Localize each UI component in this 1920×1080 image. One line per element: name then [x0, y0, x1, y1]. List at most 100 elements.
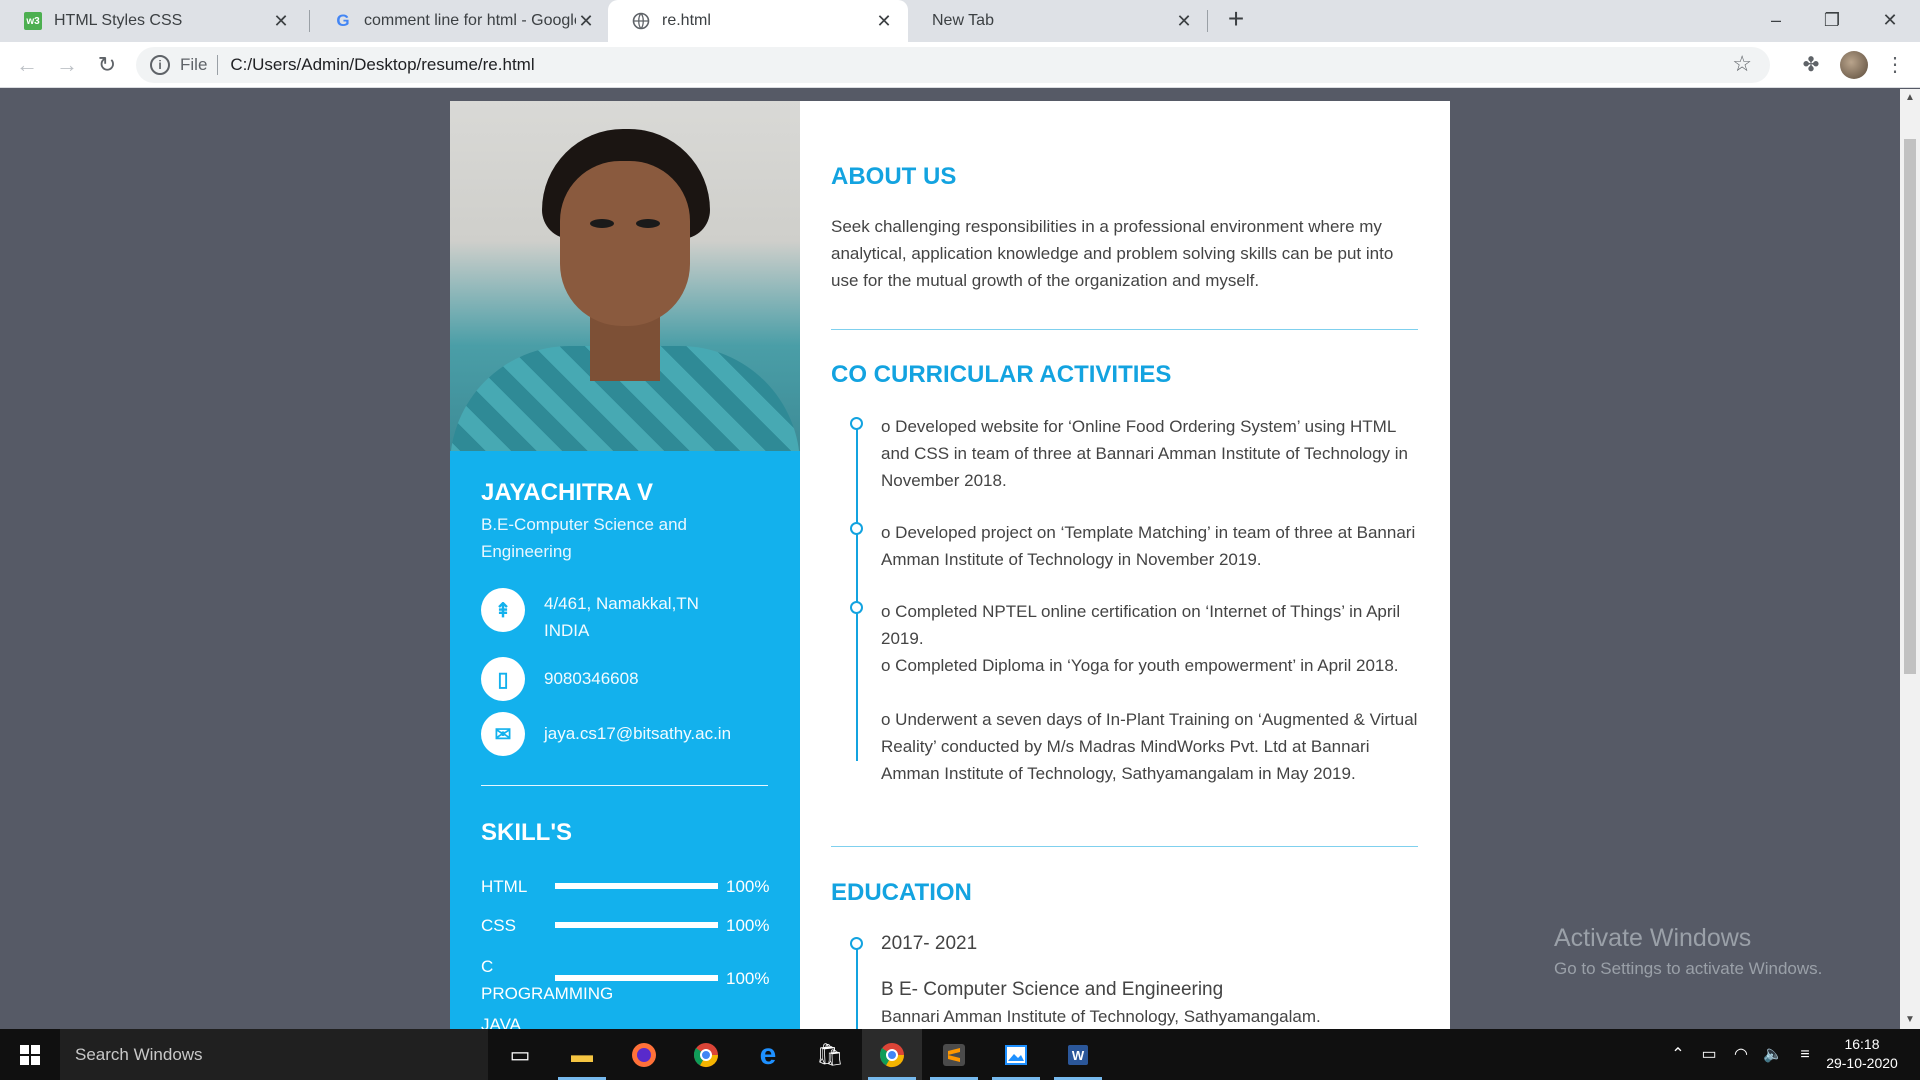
address-scheme: File: [180, 55, 208, 74]
contact-address-text: 4/461, Namakkal,TN INDIA: [544, 594, 699, 640]
tab-new-tab[interactable]: New Tab ✕: [908, 0, 1208, 42]
close-icon[interactable]: ✕: [576, 11, 596, 32]
photos-icon[interactable]: [986, 1029, 1046, 1080]
chrome-icon[interactable]: [676, 1029, 736, 1080]
timeline-dot: [850, 522, 863, 535]
section-divider: [831, 329, 1418, 330]
contact-email-text[interactable]: jaya.cs17@bitsathy.ac.in: [544, 712, 731, 747]
sublime-text-icon[interactable]: [924, 1029, 984, 1080]
restore-button[interactable]: ❐: [1804, 0, 1860, 42]
file-explorer-icon[interactable]: ▬: [552, 1029, 612, 1080]
skill-bar-fill: [555, 975, 718, 981]
battery-icon[interactable]: ▭: [1694, 1029, 1724, 1080]
extensions-puzzle-icon[interactable]: ✤: [1796, 50, 1826, 80]
photo-eye: [590, 219, 614, 228]
globe-icon: [632, 12, 650, 30]
tab-title: comment line for html - Google S: [364, 12, 576, 29]
skill-percent: 100%: [726, 916, 770, 935]
skill-bar: [555, 922, 718, 928]
tab-title: re.html: [662, 12, 711, 29]
contact-email: ✉ jaya.cs17@bitsathy.ac.in: [481, 712, 731, 756]
education-timeline: [856, 943, 858, 1029]
tab-re-html[interactable]: re.html ✕: [608, 0, 908, 42]
skill-row: HTML 100%: [481, 873, 771, 900]
clock-time: 16:18: [1844, 1036, 1880, 1052]
contact-phone: ▯ 9080346608: [481, 657, 639, 701]
menu-dots-icon[interactable]: ⋮: [1880, 50, 1910, 80]
skill-bar: [555, 975, 718, 981]
scroll-down-arrow-icon[interactable]: ▼: [1900, 1011, 1920, 1029]
back-arrow-icon[interactable]: ←: [12, 50, 42, 80]
page-scrollbar[interactable]: ▲ ▼: [1900, 89, 1920, 1029]
tab-html-styles[interactable]: w3 HTML Styles CSS ✕: [0, 0, 305, 42]
skill-percent: 100%: [726, 877, 770, 896]
resume-sidebar: JAYACHITRA V B.E-Computer Science and En…: [450, 101, 800, 1029]
skill-row: CSS 100%: [481, 912, 771, 939]
activity-item: o Completed Diploma in ‘Yoga for youth e…: [881, 656, 1399, 675]
timeline-dot: [850, 937, 863, 950]
skill-bar-fill: [555, 922, 718, 928]
activities-timeline: [856, 423, 858, 761]
edge-icon[interactable]: e: [738, 1029, 798, 1080]
section-divider: [831, 846, 1418, 847]
bookmark-star-icon[interactable]: ☆: [1732, 51, 1752, 77]
scrollbar-thumb[interactable]: [1904, 139, 1916, 674]
clock-date: 29-10-2020: [1826, 1055, 1898, 1071]
about-heading: ABOUT US: [831, 163, 957, 190]
envelope-icon: ✉: [481, 712, 525, 756]
address-bar[interactable]: i File C:/Users/Admin/Desktop/resume/re.…: [136, 47, 1770, 83]
close-icon[interactable]: ✕: [874, 11, 894, 32]
contact-address: ⇞ 4/461, Namakkal,TN INDIA: [481, 588, 734, 644]
skill-label: HTML: [481, 877, 528, 896]
photo-eye: [636, 219, 660, 228]
start-button[interactable]: [0, 1029, 60, 1080]
tab-title: HTML Styles CSS: [54, 12, 183, 29]
chevron-up-icon[interactable]: ⌃: [1664, 1029, 1692, 1080]
watermark-title: Activate Windows: [1554, 924, 1752, 952]
skill-label: CSS: [481, 916, 516, 935]
windows-logo-icon: [20, 1044, 40, 1065]
new-tab-button[interactable]: +: [1220, 4, 1252, 36]
w3schools-icon: w3: [24, 12, 42, 30]
candidate-degree: B.E-Computer Science and Engineering: [481, 515, 687, 561]
task-view-icon[interactable]: ▭: [490, 1029, 550, 1080]
timeline-dot: [850, 417, 863, 430]
reload-icon[interactable]: ↻: [92, 50, 122, 80]
education-heading: EDUCATION: [831, 879, 972, 906]
skill-bar: [555, 883, 718, 889]
windows-taskbar: Search Windows ▭ ▬ e 🛍 W ⌃ ▭ ◠ 🔈 ≡ 16:18…: [0, 1029, 1920, 1080]
address-divider: [217, 55, 219, 75]
activity-item: o Developed project on ‘Template Matchin…: [881, 523, 1416, 569]
skills-heading: SKILL'S: [481, 819, 573, 846]
minimize-button[interactable]: –: [1748, 0, 1804, 42]
window-close-button[interactable]: ✕: [1862, 0, 1918, 42]
education-institute: Bannari Amman Institute of Technology, S…: [881, 1007, 1321, 1026]
skill-row: JAVA: [481, 1011, 771, 1029]
taskbar-search[interactable]: Search Windows: [60, 1029, 488, 1080]
close-icon[interactable]: ✕: [271, 11, 291, 32]
education-degree: B E- Computer Science and Engineering: [881, 979, 1224, 1000]
photo-face: [560, 161, 690, 326]
browser-toolbar: ← → ↻ i File C:/Users/Admin/Desktop/resu…: [0, 42, 1920, 88]
mobile-icon: ▯: [481, 657, 525, 701]
wifi-icon[interactable]: ◠: [1726, 1029, 1756, 1080]
address-url[interactable]: C:/Users/Admin/Desktop/resume/re.html: [230, 55, 534, 75]
volume-icon[interactable]: 🔈: [1758, 1029, 1788, 1080]
activities-heading: CO CURRICULAR ACTIVITIES: [831, 361, 1172, 388]
profile-avatar[interactable]: [1840, 51, 1868, 79]
firefox-icon[interactable]: [614, 1029, 674, 1080]
chrome-running-icon[interactable]: [862, 1029, 922, 1080]
tab-comment-line[interactable]: G comment line for html - Google S ✕: [310, 0, 610, 42]
skill-row: C PROGRAMMING 100%: [481, 953, 771, 1007]
word-icon[interactable]: W: [1048, 1029, 1108, 1080]
info-icon[interactable]: i: [150, 55, 170, 75]
activity-item: o Completed NPTEL online certification o…: [881, 602, 1401, 648]
close-icon[interactable]: ✕: [1174, 11, 1194, 32]
contact-phone-text: 9080346608: [544, 669, 639, 688]
scroll-up-arrow-icon[interactable]: ▲: [1900, 89, 1920, 107]
system-clock[interactable]: 16:18 29-10-2020: [1812, 1035, 1912, 1073]
forward-arrow-icon[interactable]: →: [52, 50, 82, 80]
google-icon: G: [336, 11, 350, 30]
store-icon[interactable]: 🛍: [800, 1029, 860, 1080]
activity-item: o Developed website for ‘Online Food Ord…: [881, 417, 1408, 490]
